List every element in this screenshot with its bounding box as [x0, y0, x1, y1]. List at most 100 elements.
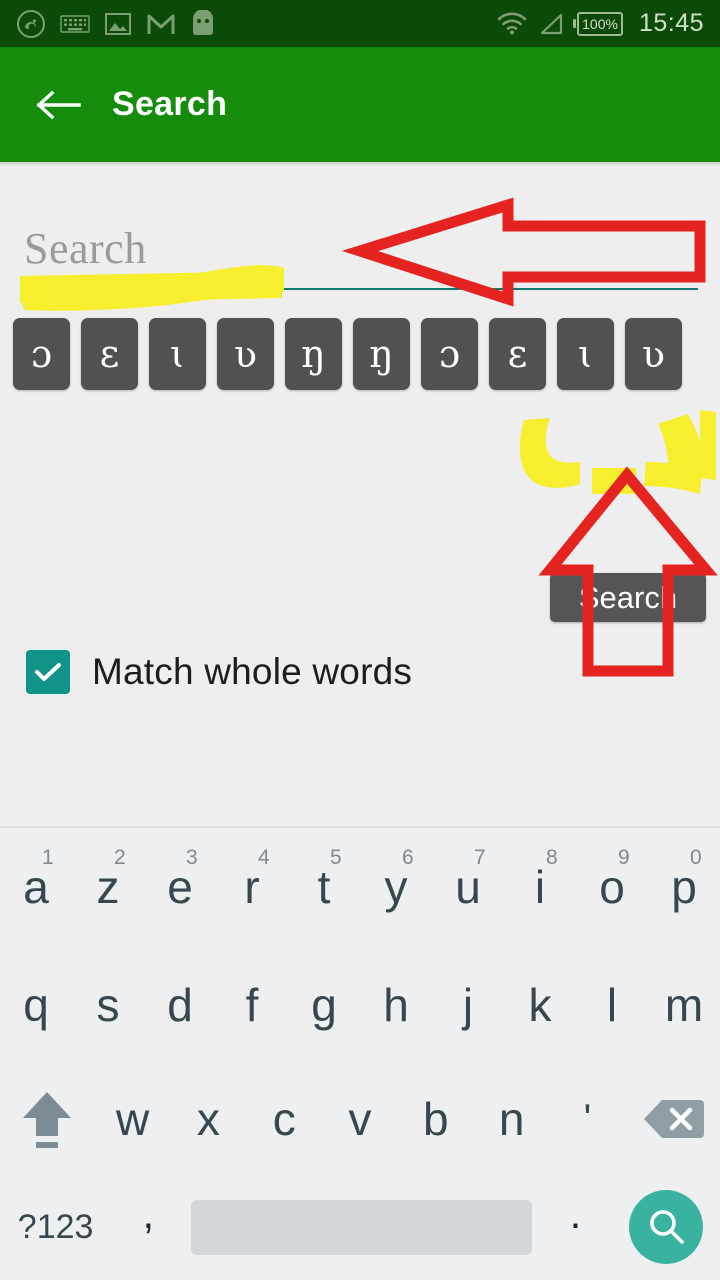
- key-j[interactable]: j: [432, 946, 504, 1064]
- search-input[interactable]: Search: [22, 221, 698, 293]
- search-button[interactable]: Search: [550, 573, 706, 622]
- key-i[interactable]: 8i: [504, 828, 576, 946]
- battery-icon: 100%: [573, 11, 623, 36]
- clock: 15:45: [638, 9, 704, 37]
- status-bar-left-icons: [16, 9, 216, 39]
- key-label: ?123: [17, 1207, 94, 1246]
- key-b[interactable]: b: [398, 1064, 474, 1174]
- key-v[interactable]: v: [322, 1064, 398, 1174]
- keyboard-row-2: q s d f g h j k l m: [0, 946, 720, 1064]
- keyboard-row-3: w x c v b n ': [0, 1064, 720, 1174]
- key-number-hint: 4: [258, 846, 270, 869]
- wifi-icon: [497, 12, 527, 34]
- key-number-hint: 1: [42, 846, 54, 869]
- match-whole-words-checkbox[interactable]: [26, 650, 70, 694]
- key-z[interactable]: 2z: [72, 828, 144, 946]
- key-label: b: [423, 1093, 449, 1145]
- phonetic-key[interactable]: ɩ: [557, 318, 614, 390]
- key-label: a: [23, 861, 49, 913]
- key-number-hint: 8: [546, 846, 558, 869]
- key-c[interactable]: c: [246, 1064, 322, 1174]
- key-w[interactable]: w: [95, 1064, 171, 1174]
- key-p[interactable]: 0p: [648, 828, 720, 946]
- comma-key[interactable]: ,: [111, 1193, 185, 1252]
- gmail-icon: [147, 14, 175, 34]
- key-label: v: [348, 1093, 372, 1145]
- space-key[interactable]: [191, 1199, 533, 1255]
- key-label: w: [116, 1093, 150, 1145]
- key-label: f: [245, 979, 259, 1031]
- phonetic-key[interactable]: ɛ: [489, 318, 546, 390]
- phone-screen: 100% 15:45 Search Search ɔ ɛ ɩ ʋ ŋ ŋ ɔ ɛ: [0, 0, 720, 1280]
- key-f[interactable]: f: [216, 946, 288, 1064]
- key-label: j: [462, 979, 474, 1031]
- key-label: k: [528, 979, 552, 1031]
- search-input-underline: [22, 288, 698, 290]
- phonetic-key[interactable]: ɔ: [13, 318, 70, 390]
- phonetic-key[interactable]: ʋ: [217, 318, 274, 390]
- match-whole-words-row[interactable]: Match whole words: [26, 650, 412, 694]
- phonetic-key[interactable]: ŋ: [285, 318, 342, 390]
- phonetic-key[interactable]: ŋ: [353, 318, 410, 390]
- key-a[interactable]: 1a: [0, 828, 72, 946]
- key-u[interactable]: 7u: [432, 828, 504, 946]
- status-bar-right-icons: 100% 15:45: [497, 9, 704, 38]
- key-k[interactable]: k: [504, 946, 576, 1064]
- key-g[interactable]: g: [288, 946, 360, 1064]
- key-m[interactable]: m: [648, 946, 720, 1064]
- key-label: .: [569, 1190, 582, 1238]
- key-e[interactable]: 3e: [144, 828, 216, 946]
- key-label: t: [317, 861, 331, 913]
- key-label: o: [599, 861, 625, 913]
- key-number-hint: 7: [474, 846, 486, 869]
- shift-key[interactable]: [0, 1086, 95, 1152]
- key-r[interactable]: 4r: [216, 828, 288, 946]
- keyboard-row-4: ?123 , .: [0, 1174, 720, 1280]
- arrow-back-icon: [36, 90, 81, 119]
- android-head-icon: [193, 9, 213, 35]
- key-apostrophe[interactable]: ': [550, 1064, 626, 1174]
- battery-level-text: 100%: [582, 15, 618, 32]
- keyboard-row-1: 1a 2z 3e 4r 5t 6y 7u 8i 9o 0p: [0, 828, 720, 946]
- key-number-hint: 2: [114, 846, 126, 869]
- app-bar: Search: [0, 47, 720, 162]
- phonetic-key[interactable]: ɛ: [81, 318, 138, 390]
- key-x[interactable]: x: [171, 1064, 247, 1174]
- status-bar: 100% 15:45: [0, 0, 720, 47]
- key-o[interactable]: 9o: [576, 828, 648, 946]
- key-label: i: [534, 861, 546, 913]
- key-n[interactable]: n: [474, 1064, 550, 1174]
- key-label: m: [664, 979, 704, 1031]
- phonetic-key[interactable]: ʋ: [625, 318, 682, 390]
- app-logo-icon: [17, 9, 45, 38]
- page-title: Search: [112, 85, 228, 123]
- key-s[interactable]: s: [72, 946, 144, 1064]
- period-key[interactable]: .: [538, 1190, 612, 1252]
- key-h[interactable]: h: [360, 946, 432, 1064]
- phonetic-key[interactable]: ɩ: [149, 318, 206, 390]
- key-number-hint: 3: [186, 846, 198, 869]
- key-label: r: [244, 861, 260, 913]
- backspace-key[interactable]: [625, 1096, 720, 1142]
- key-number-hint: 6: [402, 846, 414, 869]
- key-label: x: [196, 1093, 220, 1145]
- key-label: ': [583, 1097, 592, 1141]
- key-label: p: [671, 861, 697, 913]
- signal-icon: [541, 13, 563, 34]
- phonetic-key[interactable]: ɔ: [421, 318, 478, 390]
- symbols-key[interactable]: ?123: [0, 1208, 111, 1247]
- key-label: g: [311, 979, 337, 1031]
- key-q[interactable]: q: [0, 946, 72, 1064]
- key-l[interactable]: l: [576, 946, 648, 1064]
- keyboard-search-key[interactable]: [613, 1190, 720, 1264]
- content-area: Search ɔ ɛ ɩ ʋ ŋ ŋ ɔ ɛ ɩ ʋ Search Match …: [0, 166, 720, 826]
- on-screen-keyboard: 1a 2z 3e 4r 5t 6y 7u 8i 9o 0p q s d f g …: [0, 826, 720, 1280]
- checkmark-icon: [35, 663, 61, 681]
- back-button[interactable]: [30, 77, 86, 133]
- keyboard-icon: [60, 14, 90, 33]
- key-label: s: [96, 979, 120, 1031]
- key-d[interactable]: d: [144, 946, 216, 1064]
- key-y[interactable]: 6y: [360, 828, 432, 946]
- key-label: z: [96, 861, 120, 913]
- key-t[interactable]: 5t: [288, 828, 360, 946]
